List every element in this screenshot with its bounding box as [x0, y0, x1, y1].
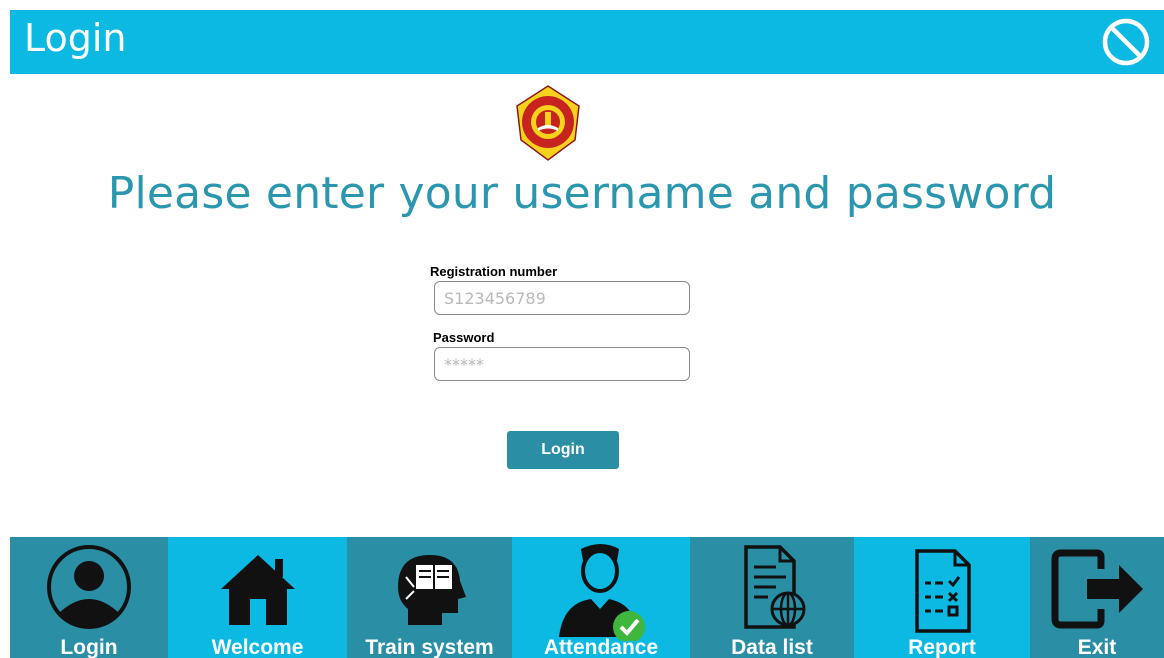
- nav-label-login: Login: [60, 636, 118, 658]
- university-logo: [516, 85, 580, 161]
- registration-number-input[interactable]: [434, 281, 690, 315]
- nav-label-train-system: Train system: [365, 636, 494, 658]
- nav-item-login[interactable]: Login: [10, 537, 168, 658]
- nav-item-attendance[interactable]: Attendance: [512, 537, 690, 658]
- nav-label-data-list: Data list: [731, 636, 813, 658]
- home-icon: [220, 555, 295, 625]
- nav-item-train-system[interactable]: Train system: [347, 537, 512, 658]
- nav-item-welcome[interactable]: Welcome: [168, 537, 347, 658]
- nav-label-report: Report: [908, 636, 976, 658]
- nav-item-data-list[interactable]: Data list: [690, 537, 854, 658]
- nav-label-exit: Exit: [1077, 636, 1117, 658]
- bottom-nav-bar: Login Welcome Train system Attendance Da…: [10, 537, 1164, 658]
- exit-icon: [1051, 549, 1143, 629]
- nav-label-attendance: Attendance: [543, 636, 659, 658]
- close-icon[interactable]: [1100, 16, 1152, 68]
- window-title: Login: [24, 16, 127, 60]
- password-label: Password: [433, 330, 495, 345]
- title-bar: Login: [10, 10, 1164, 74]
- nav-item-exit[interactable]: Exit: [1030, 537, 1164, 658]
- head-book-icon: [397, 555, 466, 625]
- user-circle-icon: [47, 545, 131, 629]
- password-input[interactable]: [434, 347, 690, 381]
- checklist-icon: [915, 549, 971, 633]
- login-button[interactable]: Login: [507, 431, 619, 469]
- document-globe-icon: [744, 545, 806, 629]
- registration-label: Registration number: [430, 264, 558, 279]
- nav-label-welcome: Welcome: [211, 636, 304, 658]
- nav-item-report[interactable]: Report: [854, 537, 1030, 658]
- person-check-icon: [559, 544, 645, 641]
- page-headline: Please enter your username and password: [107, 168, 1057, 219]
